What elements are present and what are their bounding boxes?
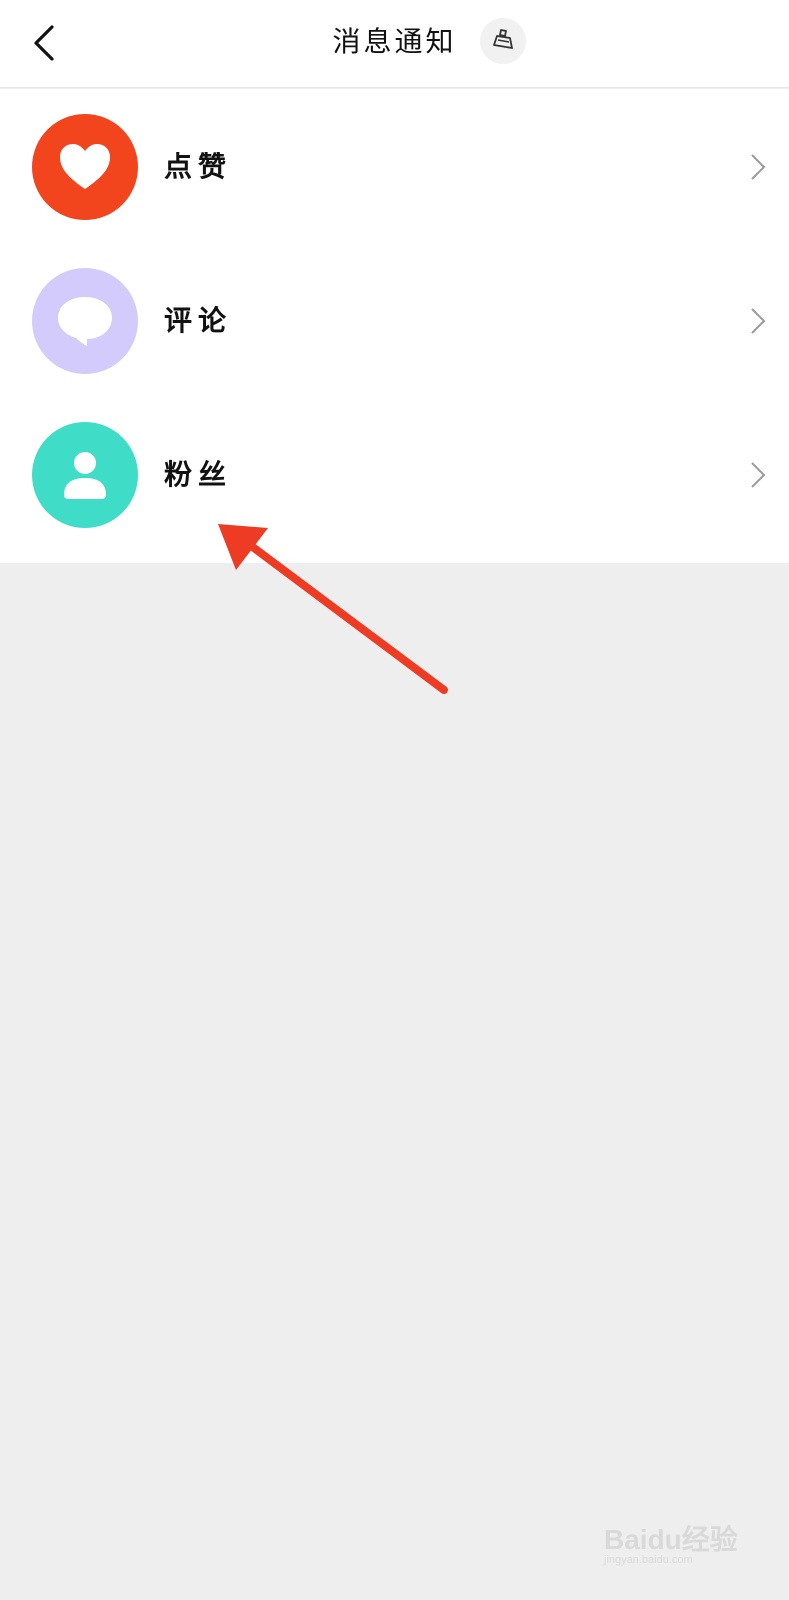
watermark-brand: Baidu经验: [604, 1524, 738, 1555]
watermark-url: jingyan.baidu.com: [604, 1554, 693, 1566]
page-title: 消息通知: [332, 25, 457, 58]
clear-notifications-button[interactable]: [480, 18, 526, 64]
chevron-right-icon: [751, 308, 766, 334]
top-bar: 消息通知: [0, 0, 789, 88]
chevron-right-icon: [751, 154, 766, 180]
list-item-followers[interactable]: 粉丝: [0, 397, 789, 551]
list-item-label: 评论: [164, 304, 233, 337]
person-icon: [64, 452, 106, 499]
speech-bubble-icon: [58, 297, 112, 346]
likes-avatar: [32, 114, 138, 220]
list-item-label: 点赞: [164, 150, 233, 183]
followers-avatar: [32, 422, 138, 528]
broom-icon: [493, 29, 513, 49]
notification-category-list: 点赞 评论 粉丝: [0, 89, 789, 563]
list-item-comments[interactable]: 评论: [0, 243, 789, 397]
heart-icon: [60, 144, 110, 189]
list-item-likes[interactable]: 点赞: [0, 89, 789, 243]
comments-avatar: [32, 268, 138, 374]
list-item-label: 粉丝: [164, 458, 233, 491]
chevron-right-icon: [751, 462, 766, 488]
baidu-watermark: Baidu经验 jingyan.baidu.com: [604, 1518, 754, 1578]
